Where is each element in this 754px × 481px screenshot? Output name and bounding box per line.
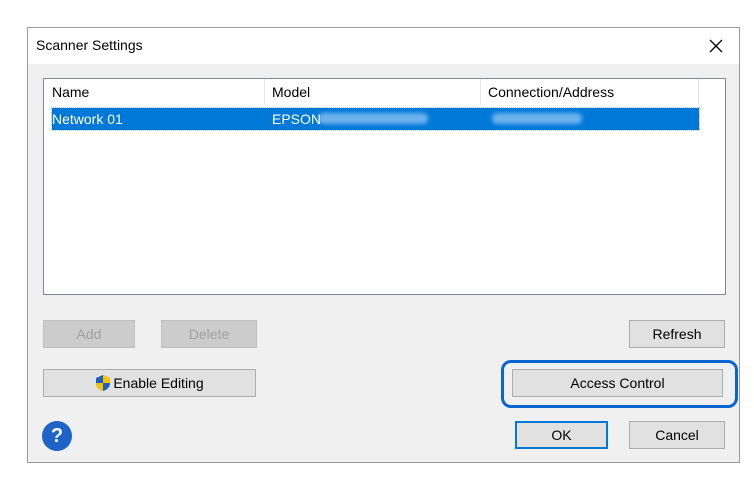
- column-header-name[interactable]: Name: [44, 79, 264, 105]
- close-button[interactable]: [693, 28, 739, 64]
- list-header: Name Model Connection/Address: [44, 79, 725, 105]
- refresh-button[interactable]: Refresh: [629, 320, 725, 348]
- column-divider[interactable]: [698, 79, 699, 105]
- highlight-ring: [501, 360, 738, 408]
- enable-editing-button[interactable]: Enable Editing: [43, 369, 256, 397]
- enable-editing-label: Enable Editing: [113, 375, 204, 391]
- cell-model: EPSON: [272, 111, 322, 127]
- redacted-model-detail: [318, 113, 428, 124]
- cancel-button[interactable]: Cancel: [629, 421, 725, 449]
- scanner-list[interactable]: Name Model Connection/Address Network 01…: [43, 78, 726, 295]
- title-bar: Scanner Settings: [28, 28, 739, 64]
- redacted-address: [492, 113, 582, 124]
- uac-shield-icon: [96, 375, 111, 391]
- add-button[interactable]: Add: [43, 320, 135, 348]
- column-header-connection[interactable]: Connection/Address: [480, 79, 698, 105]
- ok-button[interactable]: OK: [515, 421, 608, 449]
- delete-button[interactable]: Delete: [161, 320, 257, 348]
- close-icon: [709, 39, 723, 53]
- table-row[interactable]: Network 01 EPSON: [51, 107, 700, 131]
- column-header-model[interactable]: Model: [264, 79, 480, 105]
- cell-name: Network 01: [52, 111, 123, 127]
- help-icon[interactable]: ?: [42, 421, 72, 451]
- window-title: Scanner Settings: [36, 37, 143, 53]
- scanner-settings-dialog: Scanner Settings Name Model Connection/A…: [27, 27, 740, 463]
